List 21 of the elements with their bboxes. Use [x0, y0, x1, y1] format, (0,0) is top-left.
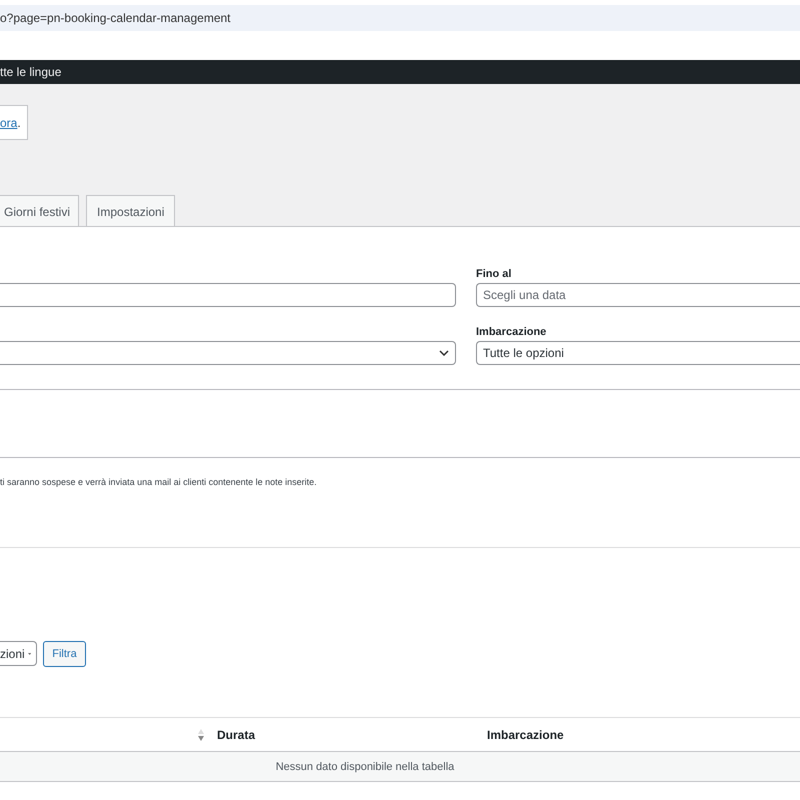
- dropdown-arrow-icon: [28, 652, 31, 656]
- select-field[interactable]: [0, 341, 456, 365]
- tab[interactable]: Impostazioni: [86, 195, 176, 227]
- field-label: Imbarcazione: [476, 326, 546, 338]
- select-field[interactable]: Tutte le opzioni: [476, 341, 800, 365]
- address-bar[interactable]: o?page=pn-booking-calendar-management: [0, 5, 800, 31]
- chevron-icon: [439, 350, 449, 356]
- sort-icon[interactable]: [197, 728, 205, 742]
- input-field[interactable]: [0, 283, 456, 307]
- description-text: ti saranno sospese e verrà inviata una mail ai clienti contenente le note inserite.: [0, 477, 318, 487]
- language-menu[interactable]: tte le lingue: [0, 65, 62, 79]
- column-header[interactable]: Durata: [217, 728, 256, 742]
- filter-button[interactable]: Filtra: [43, 641, 86, 667]
- select-field[interactable]: zioni: [0, 641, 37, 666]
- field-label: Fino al: [476, 268, 512, 280]
- empty-message: Nessun dato disponibile nella tabella: [276, 760, 454, 772]
- column-header[interactable]: Imbarcazione: [487, 728, 564, 742]
- notice-link[interactable]: ora: [0, 116, 18, 130]
- notice-text: .: [17, 116, 21, 130]
- tab[interactable]: Giorni festivi: [0, 195, 80, 227]
- date-field[interactable]: Scegli una data: [476, 283, 800, 307]
